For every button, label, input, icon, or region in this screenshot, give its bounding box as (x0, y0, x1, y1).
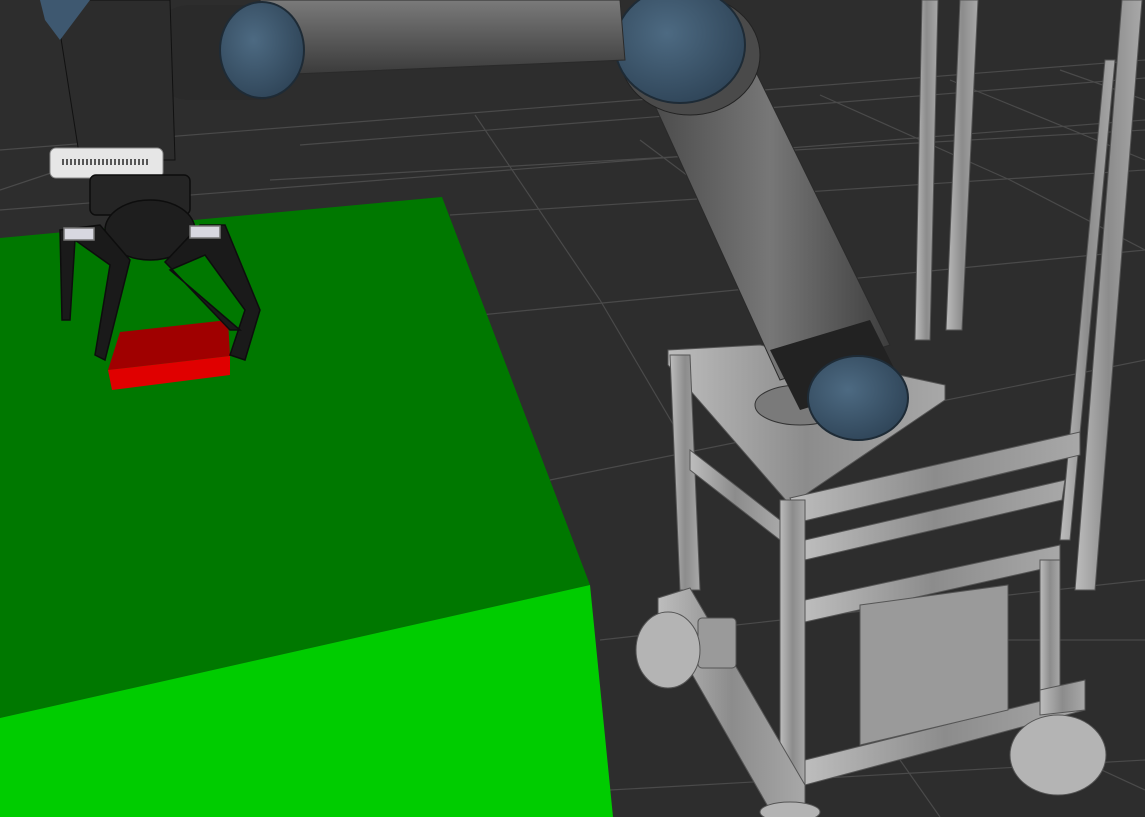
wheel-front-right (1009, 714, 1107, 796)
wheel-front-left (635, 611, 701, 689)
robot-scene (0, 0, 1145, 817)
base-joint-cap (807, 355, 909, 441)
drive-motor (697, 617, 737, 669)
shoulder-joint-cap (219, 1, 305, 99)
elbow-joint-cap (614, 0, 746, 104)
3d-viewport[interactable] (0, 0, 1145, 817)
